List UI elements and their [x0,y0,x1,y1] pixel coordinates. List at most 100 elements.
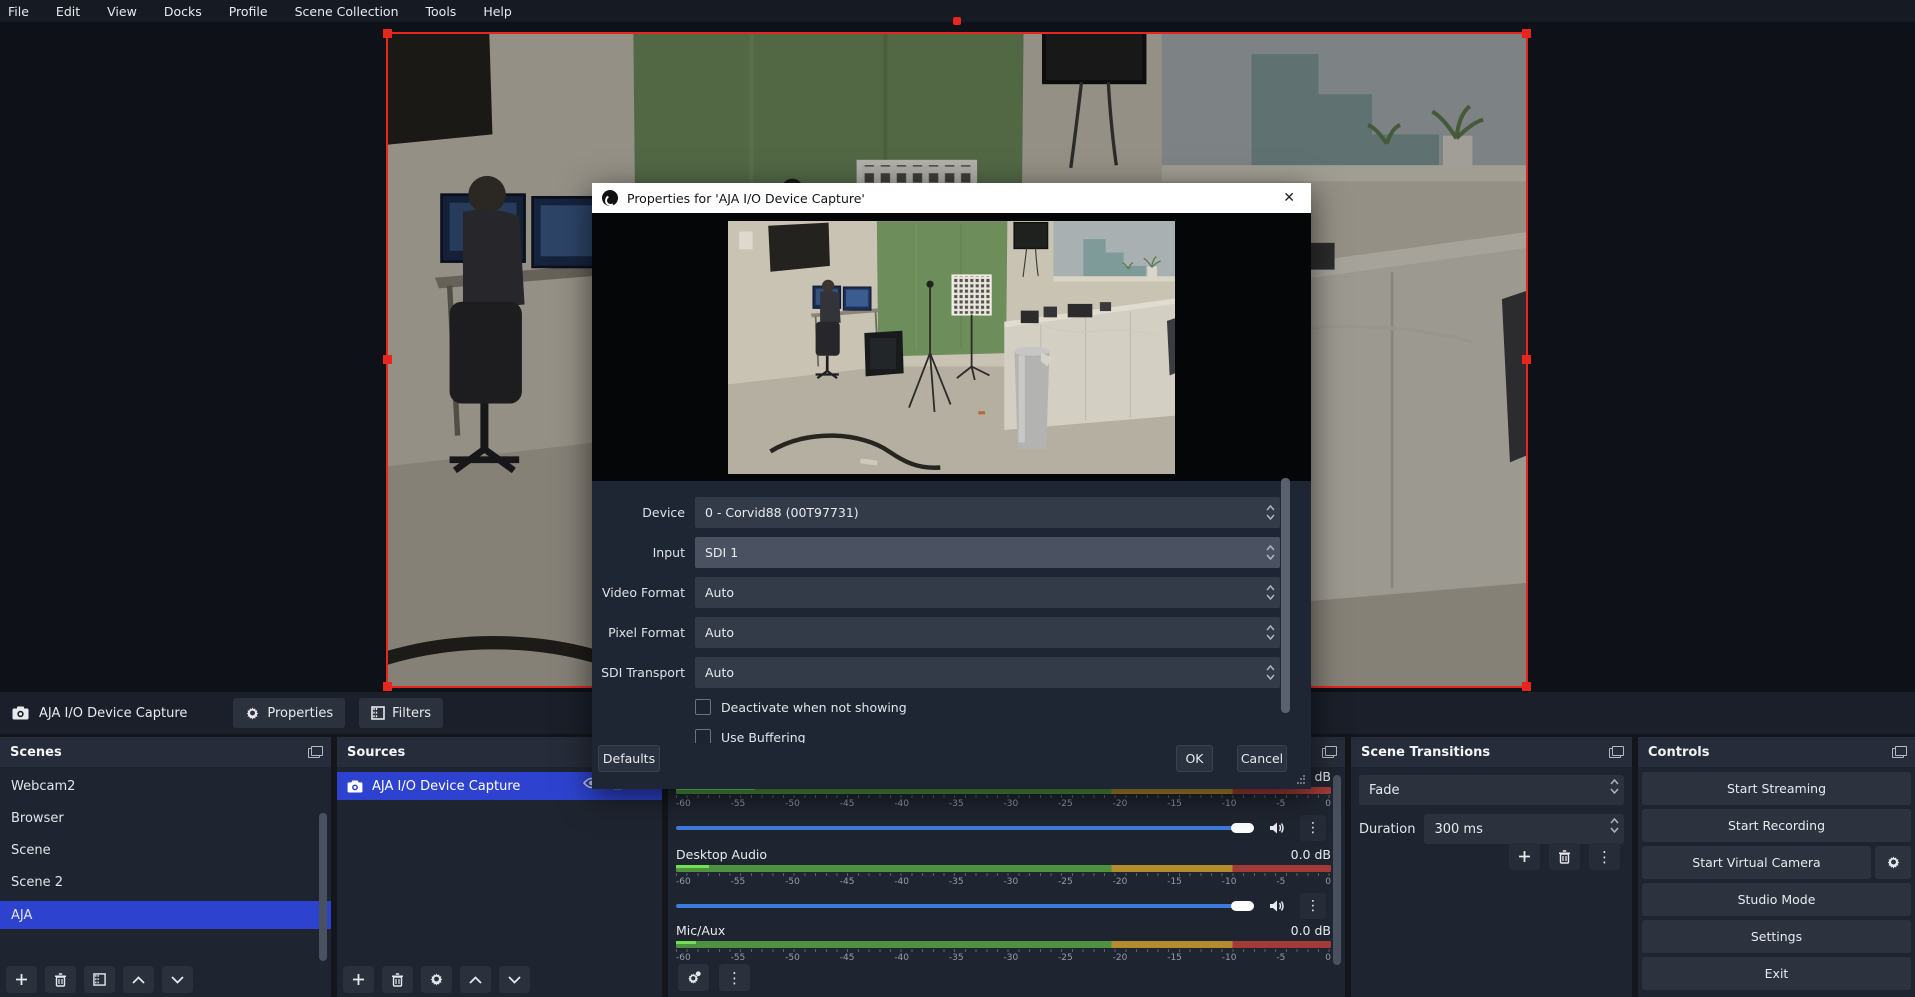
menu-edit[interactable]: Edit [56,4,80,19]
slider-knob[interactable] [1231,823,1254,833]
duration-spinbox[interactable]: 300 ms [1424,814,1624,844]
resize-handle-mid-left[interactable] [383,355,392,364]
popout-icon[interactable] [1892,746,1907,758]
meter-tick-label: -5 [1276,953,1285,963]
spinner-arrows[interactable] [1610,818,1619,833]
meter-scale: -60-55-50-45-40-35-30-25-20-15-10-50 [676,795,1331,809]
close-icon[interactable]: ✕ [1277,190,1301,206]
pixel-format-label: Pixel Format [592,625,685,640]
slider-knob[interactable] [1231,901,1254,911]
add-source-button[interactable] [343,966,374,993]
volume-slider[interactable] [676,826,1254,830]
scenes-scrollbar[interactable] [319,813,327,961]
pixel-format-select[interactable]: Auto [695,617,1280,648]
chevron-down-icon [171,976,184,984]
duration-label: Duration [1359,822,1415,837]
source-properties-button[interactable] [421,966,452,993]
speaker-icon[interactable] [1264,815,1290,841]
properties-button[interactable]: Properties [233,698,345,728]
device-select[interactable]: 0 - Corvid88 (00T97731) [695,497,1280,528]
sdi-transport-select[interactable]: Auto [695,657,1280,688]
scene-down-button[interactable] [162,966,193,993]
mixer-row-menu-button[interactable]: ⋮ [1300,815,1326,841]
video-format-select[interactable]: Auto [695,577,1280,608]
menu-help[interactable]: Help [483,4,512,19]
sdi-transport-label: SDI Transport [592,665,685,680]
mixer-volume-value: dB [1314,769,1331,784]
spinner-arrows[interactable] [1610,779,1619,794]
rotate-handle[interactable] [953,17,961,25]
trash-icon [391,973,404,987]
exit-button[interactable]: Exit [1642,957,1911,990]
cancel-button[interactable]: Cancel [1237,745,1287,772]
obs-window: File Edit View Docks Profile Scene Colle… [0,0,1915,997]
scene-item-webcam2[interactable]: Webcam2 [0,773,331,799]
scene-item-browser[interactable]: Browser [0,805,331,831]
add-scene-button[interactable] [6,966,37,993]
source-up-button[interactable] [460,966,491,993]
meter-tick-label: -40 [894,953,909,963]
remove-source-button[interactable] [382,966,413,993]
scene-item-scene2[interactable]: Scene 2 [0,869,331,895]
speaker-icon[interactable] [1264,893,1290,919]
volume-slider[interactable] [676,904,1254,908]
settings-button[interactable]: Settings [1642,920,1911,953]
resize-handle-top-left[interactable] [383,29,392,38]
advanced-audio-button[interactable] [678,964,709,991]
use-buffering-checkbox[interactable] [695,729,711,743]
menu-docks[interactable]: Docks [164,4,202,19]
virtual-camera-settings-button[interactable] [1875,846,1911,879]
start-recording-button[interactable]: Start Recording [1642,809,1911,842]
scene-filters-button[interactable] [84,966,115,993]
remove-transition-button[interactable] [1549,843,1580,870]
selected-source-name: AJA I/O Device Capture [39,706,187,721]
dialog-scrollbar[interactable] [1281,478,1290,713]
menu-file[interactable]: File [8,4,29,19]
studio-mode-button[interactable]: Studio Mode [1642,883,1911,916]
properties-dialog: Properties for 'AJA I/O Device Capture' … [592,183,1311,789]
mixer-menu-button[interactable]: ⋮ [719,964,750,991]
meter-tick-label: -40 [894,877,909,887]
menu-tools[interactable]: Tools [426,4,457,19]
mixer-scrollbar[interactable] [1333,775,1341,965]
ok-button[interactable]: OK [1176,745,1213,772]
resize-handle-bottom-right[interactable] [1522,682,1531,691]
dialog-titlebar[interactable]: Properties for 'AJA I/O Device Capture' … [592,183,1311,213]
scene-up-button[interactable] [123,966,154,993]
mixer-row-menu-button[interactable]: ⋮ [1300,893,1326,919]
resize-handle-bottom-left[interactable] [383,682,392,691]
obs-logo-icon [602,190,618,206]
scene-transitions-panel: Scene Transitions Fade Duration 300 ms [1351,737,1632,997]
meter-tick-label: -35 [949,799,964,809]
meter-tick-label: -30 [1003,799,1018,809]
filter-icon [93,973,106,986]
plus-icon [1518,850,1531,863]
source-item-label: AJA I/O Device Capture [372,779,520,794]
source-down-button[interactable] [499,966,530,993]
scene-item-aja-selected[interactable]: AJA [0,901,331,929]
scene-list: Webcam2 Browser Scene Scene 2 AJA [0,773,331,929]
menu-profile[interactable]: Profile [229,4,268,19]
start-streaming-button[interactable]: Start Streaming [1642,772,1911,805]
menu-view[interactable]: View [107,4,137,19]
filters-button[interactable]: Filters [359,698,443,728]
transition-select[interactable]: Fade [1359,775,1624,805]
dialog-resize-grip[interactable] [1296,775,1305,784]
camera-icon [347,780,363,793]
menu-scene-collection[interactable]: Scene Collection [295,4,399,19]
popout-icon[interactable] [1609,746,1624,758]
transition-menu-button[interactable]: ⋮ [1589,843,1620,870]
start-virtual-camera-button[interactable]: Start Virtual Camera [1642,846,1871,879]
deactivate-checkbox[interactable] [695,699,711,715]
scene-item-scene[interactable]: Scene [0,837,331,863]
input-select[interactable]: SDI 1 [695,537,1280,568]
add-transition-button[interactable] [1509,843,1540,870]
defaults-button[interactable]: Defaults [598,745,660,772]
popout-icon[interactable] [1322,746,1337,758]
resize-handle-mid-right[interactable] [1522,355,1531,364]
remove-scene-button[interactable] [45,966,76,993]
resize-handle-top-right[interactable] [1522,29,1531,38]
dialog-preview-area [592,213,1311,481]
spinner-arrows [1266,665,1275,680]
popout-icon[interactable] [308,746,323,758]
